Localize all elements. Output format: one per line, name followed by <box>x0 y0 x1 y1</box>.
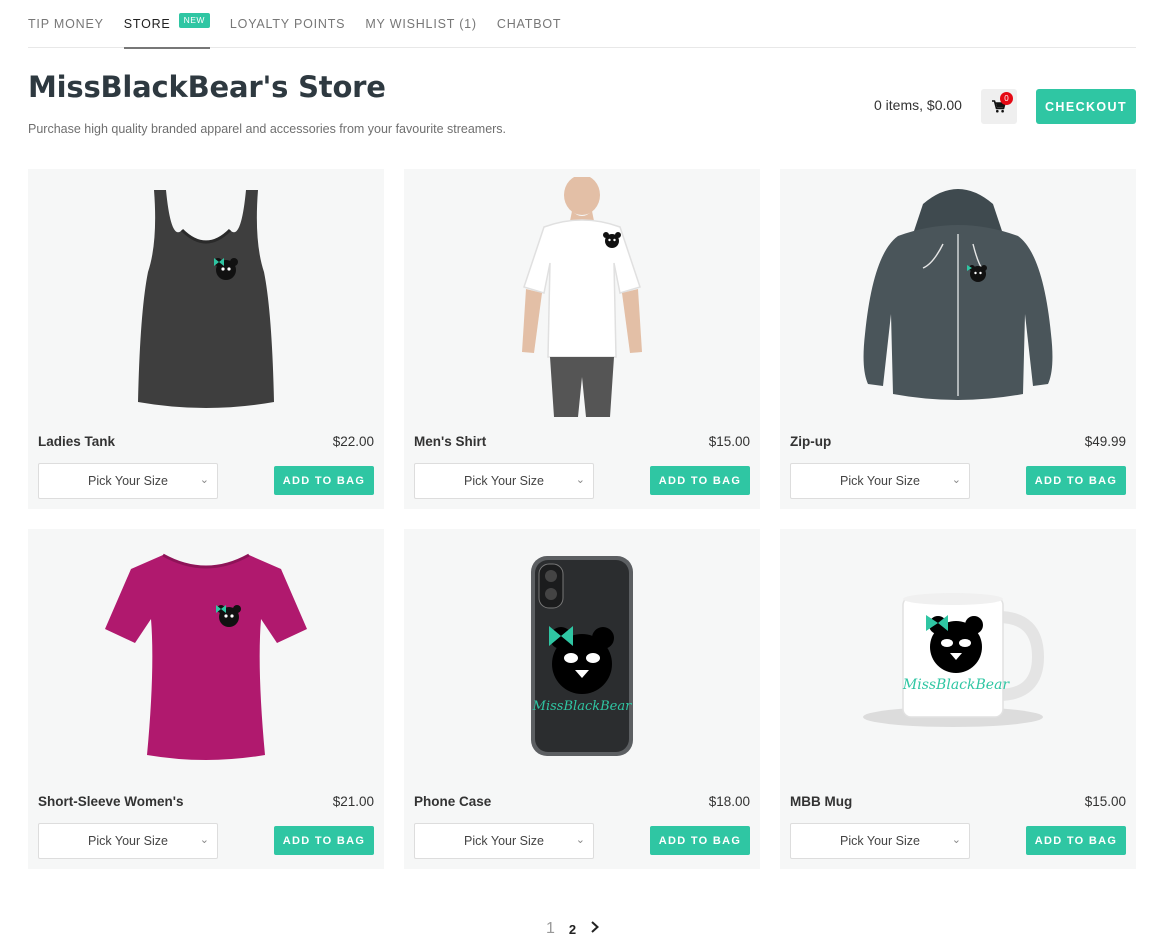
tab-label: STORE <box>123 17 171 31</box>
product-name: Zip-up <box>790 434 832 449</box>
tab-loyalty-points[interactable]: LOYALTY POINTS <box>230 0 345 48</box>
tab-label: LOYALTY POINTS <box>229 17 346 31</box>
product-card: Short-Sleeve Women's $21.00 Pick Your Si… <box>28 529 384 869</box>
size-select[interactable]: Pick Your Size ⌄ <box>38 463 218 499</box>
size-select[interactable]: Pick Your Size ⌄ <box>790 463 970 499</box>
pagination: 1 2 <box>546 920 600 938</box>
tab-label: CHATBOT <box>496 17 562 31</box>
cart-summary: 0 items, $0.00 <box>874 97 962 113</box>
chevron-down-icon: ⌄ <box>951 474 961 486</box>
new-badge: NEW <box>178 12 210 28</box>
store-tabs: TIP MONEY STORE NEW LOYALTY POINTS MY WIS… <box>28 0 1136 49</box>
product-card: MissBlackBear MBB Mug $15.00 Pick Your S… <box>780 529 1136 869</box>
tab-my-wishlist[interactable]: MY WISHLIST (1) <box>365 0 477 48</box>
chevron-down-icon: ⌄ <box>575 474 585 486</box>
tab-store[interactable]: STORE NEW <box>123 0 211 49</box>
cart-button[interactable]: 0 <box>981 89 1017 124</box>
product-card: MissBlackBear Phone Case $18.00 Pick You… <box>404 529 760 869</box>
product-image-mug[interactable]: MissBlackBear <box>780 529 1136 784</box>
product-card: Men's Shirt $15.00 Pick Your Size ⌄ ADD T… <box>404 169 760 509</box>
svg-text:MissBlackBear: MissBlackBear <box>532 699 632 714</box>
size-select-label: Pick Your Size <box>464 834 544 848</box>
svg-text:MissBlackBear: MissBlackBear <box>902 677 1011 693</box>
product-name: Men's Shirt <box>414 434 487 449</box>
product-name: Short-Sleeve Women's <box>38 794 184 809</box>
product-image-womens-tee[interactable] <box>28 529 384 784</box>
product-card: Ladies Tank $22.00 Pick Your Size ⌄ ADD T… <box>28 169 384 509</box>
product-name: Ladies Tank <box>38 434 116 449</box>
page-2-link[interactable]: 2 <box>569 922 576 937</box>
product-image-mens-shirt[interactable] <box>404 169 760 424</box>
product-price: $49.99 <box>1084 434 1126 449</box>
size-select[interactable]: Pick Your Size ⌄ <box>790 823 970 859</box>
add-to-bag-button[interactable]: ADD TO BAG <box>1026 466 1126 495</box>
product-price: $18.00 <box>708 794 750 809</box>
product-price: $22.00 <box>332 434 374 449</box>
product-card: Zip-up $49.99 Pick Your Size ⌄ ADD TO BAG <box>780 169 1136 509</box>
page-1: 1 <box>546 920 555 937</box>
product-image-phone-case[interactable]: MissBlackBear <box>404 529 760 784</box>
size-select-label: Pick Your Size <box>840 834 920 848</box>
product-image-hoodie[interactable] <box>780 169 1136 424</box>
tab-label: TIP MONEY <box>28 17 104 31</box>
add-to-bag-button[interactable]: ADD TO BAG <box>650 466 750 495</box>
page-title: MissBlackBear's Store <box>28 70 386 104</box>
add-to-bag-button[interactable]: ADD TO BAG <box>650 826 750 855</box>
product-name: MBB Mug <box>790 794 853 809</box>
tab-label: MY WISHLIST (1) <box>365 17 477 31</box>
tab-chatbot[interactable]: CHATBOT <box>497 0 561 48</box>
size-select[interactable]: Pick Your Size ⌄ <box>38 823 218 859</box>
size-select[interactable]: Pick Your Size ⌄ <box>414 823 594 859</box>
cart-count-badge: 0 <box>1000 92 1013 105</box>
chevron-down-icon: ⌄ <box>199 834 209 846</box>
add-to-bag-button[interactable]: ADD TO BAG <box>274 826 374 855</box>
product-image-tank-top[interactable] <box>28 169 384 424</box>
product-price: $15.00 <box>1084 794 1126 809</box>
product-price: $15.00 <box>708 434 750 449</box>
chevron-down-icon: ⌄ <box>199 474 209 486</box>
chevron-down-icon: ⌄ <box>575 834 585 846</box>
product-name: Phone Case <box>414 794 492 809</box>
size-select-label: Pick Your Size <box>840 474 920 488</box>
size-select-label: Pick Your Size <box>88 834 168 848</box>
checkout-button[interactable]: CHECKOUT <box>1036 89 1136 124</box>
size-select[interactable]: Pick Your Size ⌄ <box>414 463 594 499</box>
chevron-down-icon: ⌄ <box>951 834 961 846</box>
tab-tip-money[interactable]: TIP MONEY <box>28 0 104 48</box>
add-to-bag-button[interactable]: ADD TO BAG <box>1026 826 1126 855</box>
page-subtitle: Purchase high quality branded apparel an… <box>28 122 507 136</box>
size-select-label: Pick Your Size <box>464 474 544 488</box>
add-to-bag-button[interactable]: ADD TO BAG <box>274 466 374 495</box>
product-price: $21.00 <box>332 794 374 809</box>
size-select-label: Pick Your Size <box>88 474 168 488</box>
chevron-right-icon[interactable] <box>590 920 600 938</box>
